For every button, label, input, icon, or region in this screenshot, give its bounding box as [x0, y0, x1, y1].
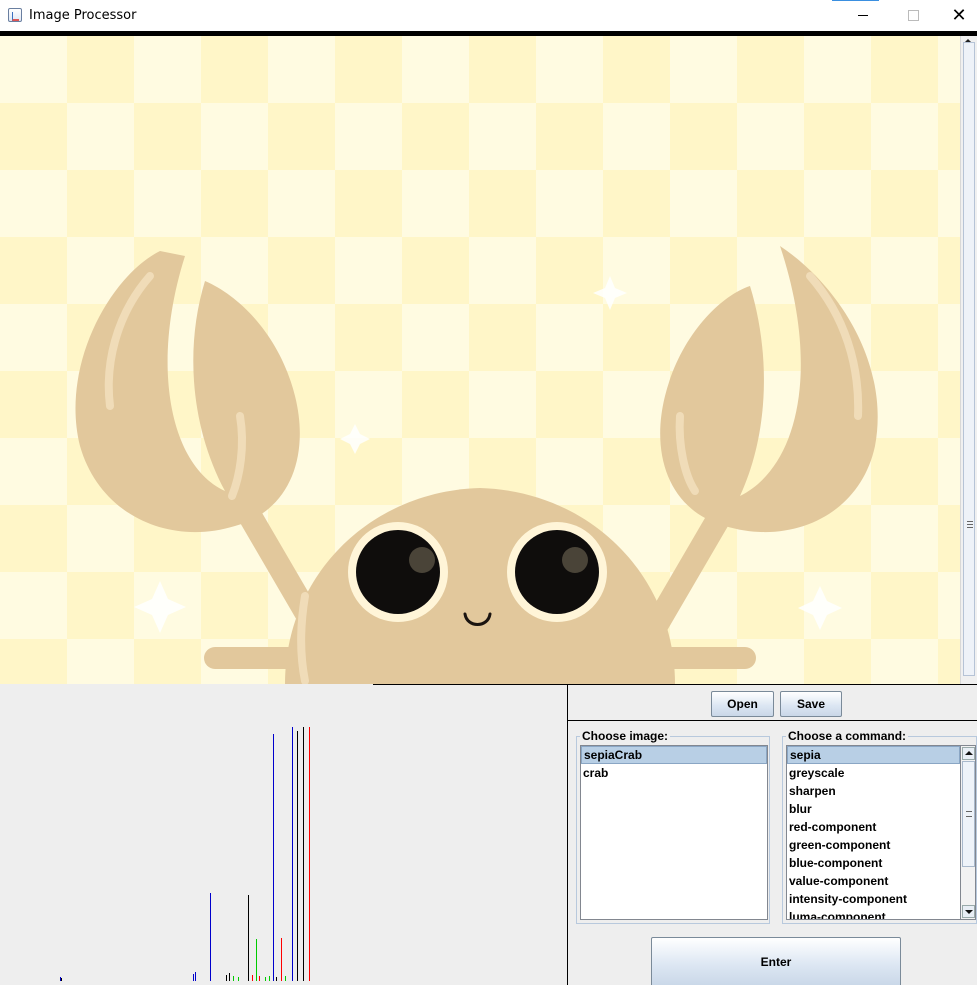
- scroll-grip-icon: [966, 811, 972, 817]
- image-list-item[interactable]: sepiaCrab: [581, 746, 767, 764]
- image-scroll-thumb[interactable]: [963, 42, 975, 676]
- histogram-bar: [281, 938, 282, 981]
- command-list-scrollbar[interactable]: [961, 745, 976, 920]
- histogram-bar: [303, 727, 304, 981]
- histogram-bar: [259, 976, 260, 981]
- histogram-bar: [276, 977, 277, 981]
- right-claw: [660, 246, 878, 533]
- command-list-item[interactable]: greyscale: [787, 764, 960, 782]
- command-list[interactable]: sepia greyscale sharpen blur red-compone…: [786, 745, 961, 920]
- histogram-bar: [226, 975, 227, 981]
- command-list-item[interactable]: red-component: [787, 818, 960, 836]
- histogram-bar: [309, 727, 310, 981]
- left-claw: [75, 251, 300, 533]
- maximize-icon[interactable]: [890, 0, 936, 31]
- command-list-item[interactable]: sepia: [787, 746, 960, 764]
- choose-command-title: Choose a command:: [786, 729, 909, 743]
- command-scroll-thumb[interactable]: [962, 761, 975, 867]
- java-app-icon: [8, 8, 22, 22]
- image-viewer[interactable]: [0, 36, 960, 684]
- save-button[interactable]: Save: [780, 691, 842, 717]
- command-list-item[interactable]: blur: [787, 800, 960, 818]
- minimize-icon[interactable]: [840, 0, 886, 31]
- histogram-bar: [238, 977, 239, 981]
- scroll-up-icon[interactable]: [962, 747, 975, 760]
- close-icon[interactable]: ✕: [936, 0, 977, 31]
- histogram-border: [373, 684, 567, 685]
- window-title: Image Processor: [29, 8, 137, 23]
- choose-image-group: Choose image: sepiaCrab crab: [576, 729, 770, 924]
- histogram-bar: [248, 895, 249, 981]
- histogram-bar: [195, 972, 196, 981]
- choose-image-title: Choose image:: [580, 729, 671, 743]
- histogram: [0, 684, 567, 985]
- histogram-bar: [210, 893, 211, 981]
- title-bar: Image Processor ✕: [0, 0, 977, 31]
- control-panel: Open Save Choose image: sepiaCrab crab C…: [567, 684, 977, 985]
- histogram-bar: [233, 976, 234, 981]
- histogram-bar: [292, 727, 293, 981]
- command-list-item[interactable]: blue-component: [787, 854, 960, 872]
- image-list[interactable]: sepiaCrab crab: [580, 745, 768, 920]
- enter-button[interactable]: Enter: [651, 937, 901, 985]
- open-button[interactable]: Open: [711, 691, 774, 717]
- choose-command-group: Choose a command: sepia greyscale sharpe…: [782, 729, 977, 924]
- histogram-bar: [61, 978, 62, 981]
- histogram-bar: [285, 976, 286, 981]
- file-toolbar: Open Save: [568, 684, 977, 721]
- histogram-bar: [193, 974, 194, 981]
- histogram-bar: [229, 973, 230, 981]
- histogram-bar: [252, 975, 253, 981]
- histogram-bar: [256, 939, 257, 981]
- scroll-grip-icon: [967, 521, 973, 528]
- command-list-item[interactable]: green-component: [787, 836, 960, 854]
- command-list-item[interactable]: intensity-component: [787, 890, 960, 908]
- command-list-item[interactable]: luma-component: [787, 908, 960, 919]
- crab-body: [285, 488, 675, 684]
- image-vertical-scrollbar[interactable]: [960, 36, 977, 684]
- crab-image: [75, 246, 878, 684]
- histogram-bar: [269, 976, 270, 981]
- command-list-item[interactable]: value-component: [787, 872, 960, 890]
- scroll-down-icon[interactable]: [962, 905, 975, 918]
- histogram-bar: [273, 734, 274, 981]
- image-list-item[interactable]: crab: [581, 764, 767, 782]
- histogram-bar: [297, 731, 298, 981]
- histogram-bar: [265, 977, 266, 981]
- command-list-item[interactable]: sharpen: [787, 782, 960, 800]
